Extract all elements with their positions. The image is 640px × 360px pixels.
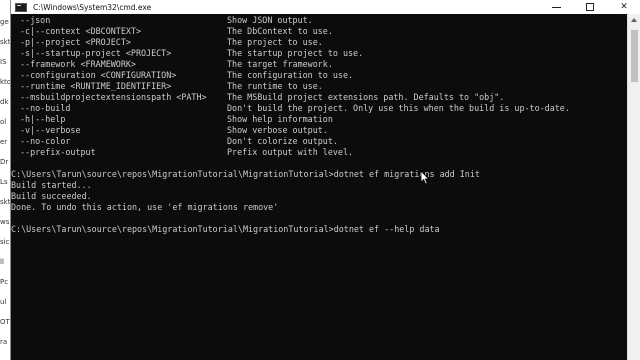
- vertical-scrollbar[interactable]: [627, 14, 640, 360]
- option-flag: --framework <FRAMEWORK>: [20, 59, 136, 69]
- desktop-label-fragment: ll: [0, 258, 4, 266]
- desktop-label-fragment: Pc: [0, 278, 9, 286]
- desktop-label-fragment: ws: [0, 218, 10, 226]
- scroll-up-arrow-icon[interactable]: [631, 18, 637, 22]
- option-description: The target framework.: [227, 59, 333, 69]
- output-line: Build started...: [11, 180, 92, 190]
- mouse-pointer-icon: [420, 170, 430, 185]
- option-flag: --json: [20, 15, 51, 25]
- command-prompt-line: C:\Users\Tarun\source\repos\MigrationTut…: [11, 224, 440, 234]
- option-flag: --prefix-output: [20, 147, 96, 157]
- help-option-row: -v|--verbose Show verbose output.: [11, 125, 627, 136]
- option-description: The runtime to use.: [227, 81, 323, 91]
- minimize-icon: [551, 6, 561, 8]
- help-option-row: -c|--context <DBCONTEXT> The DbContext to…: [11, 26, 627, 37]
- desktop-label-fragment: IS: [0, 58, 7, 66]
- desktop-label-fragment: skt: [0, 198, 10, 206]
- option-description: Don't build the project. Only use this w…: [227, 103, 570, 113]
- help-option-row: --configuration <CONFIGURATION> The confi…: [11, 70, 627, 81]
- close-button[interactable]: ✕: [607, 0, 640, 14]
- desktop-background: ge skt IS kto dk ol er Dr Ls skt ws sic ll Pc ul OT ra: [0, 14, 10, 360]
- option-description: Prefix output with level.: [227, 147, 354, 157]
- desktop-label-fragment: Ls: [0, 178, 8, 186]
- help-option-row: --json Show JSON output.: [11, 15, 627, 26]
- desktop-label-fragment: ra: [0, 338, 8, 346]
- screen: ge skt IS kto dk ol er Dr Ls skt ws sic ll Pc ul OT ra …: [0, 0, 640, 360]
- option-description: The startup project to use.: [227, 48, 364, 58]
- option-flag: --msbuildprojectextensionspath <PATH>: [20, 92, 207, 102]
- scrollbar-thumb[interactable]: [631, 30, 638, 82]
- option-description: Don't colorize output.: [227, 136, 338, 146]
- command-prompt-line: C:\Users\Tarun\source\repos\MigrationTut…: [11, 169, 480, 179]
- help-option-row: -h|--help Show help information: [11, 114, 627, 125]
- option-flag: -s|--startup-project <PROJECT>: [20, 48, 172, 58]
- cmd-icon: [15, 2, 27, 12]
- desktop-label-fragment: kto: [0, 78, 10, 86]
- option-flag: --no-build: [20, 103, 71, 113]
- help-option-row: --no-color Don't colorize output.: [11, 136, 627, 147]
- maximize-button[interactable]: [573, 0, 607, 14]
- help-option-row: --msbuildprojectextensionspath <PATH> The…: [11, 92, 627, 103]
- option-flag: -c|--context <DBCONTEXT>: [20, 26, 142, 36]
- option-flag: -p|--project <PROJECT>: [20, 37, 131, 47]
- window-controls: ✕: [539, 0, 640, 14]
- desktop-label-fragment: sic: [0, 238, 10, 246]
- output-line: Done. To undo this action, use 'ef migra…: [11, 202, 279, 212]
- option-flag: -v|--verbose: [20, 125, 81, 135]
- option-flag: --runtime <RUNTIME_IDENTIFIER>: [20, 81, 172, 91]
- option-description: The project to use.: [227, 37, 323, 47]
- window-title: C:\Windows\System32\cmd.exe: [33, 2, 152, 12]
- desktop-label-fragment: dk: [0, 98, 9, 106]
- cmd-window: C:\Windows\System32\cmd.exe ✕ --json Show…: [10, 0, 640, 360]
- help-option-row: --no-build Don't build the project. Only …: [11, 103, 627, 114]
- help-option-row: -p|--project <PROJECT> The project to use…: [11, 37, 627, 48]
- help-option-row: -s|--startup-project <PROJECT> The startu…: [11, 48, 627, 59]
- option-flag: -h|--help: [20, 114, 66, 124]
- option-description: The MSBuild project extensions path. Def…: [227, 92, 505, 102]
- close-icon: ✕: [620, 2, 628, 12]
- option-flag: --no-color: [20, 136, 71, 146]
- option-description: The DbContext to use.: [227, 26, 333, 36]
- help-option-row: --framework <FRAMEWORK> The target framew…: [11, 59, 627, 70]
- maximize-icon: [586, 3, 594, 11]
- option-description: Show help information: [227, 114, 333, 124]
- desktop-label-fragment: ol: [0, 118, 7, 126]
- desktop-label-fragment: ge: [0, 18, 9, 26]
- desktop-label-fragment: Dr: [0, 158, 9, 166]
- minimize-button[interactable]: [539, 0, 573, 14]
- desktop-label-fragment: ul: [0, 298, 7, 306]
- option-description: Show JSON output.: [227, 15, 313, 25]
- option-flag: --configuration <CONFIGURATION>: [20, 70, 177, 80]
- console-output[interactable]: --json Show JSON output. -c|--context <DBC…: [11, 14, 627, 360]
- desktop-label-fragment: skt: [0, 38, 10, 46]
- title-bar[interactable]: C:\Windows\System32\cmd.exe ✕: [11, 0, 640, 14]
- option-description: The configuration to use.: [227, 70, 354, 80]
- help-option-row: --runtime <RUNTIME_IDENTIFIER> The runtim…: [11, 81, 627, 92]
- desktop-label-fragment: OT: [0, 318, 10, 326]
- output-line: Build succeeded.: [11, 191, 92, 201]
- option-description: Show verbose output.: [227, 125, 328, 135]
- desktop-label-fragment: er: [0, 138, 8, 146]
- help-option-row: --prefix-output Prefix output with level.: [11, 147, 627, 158]
